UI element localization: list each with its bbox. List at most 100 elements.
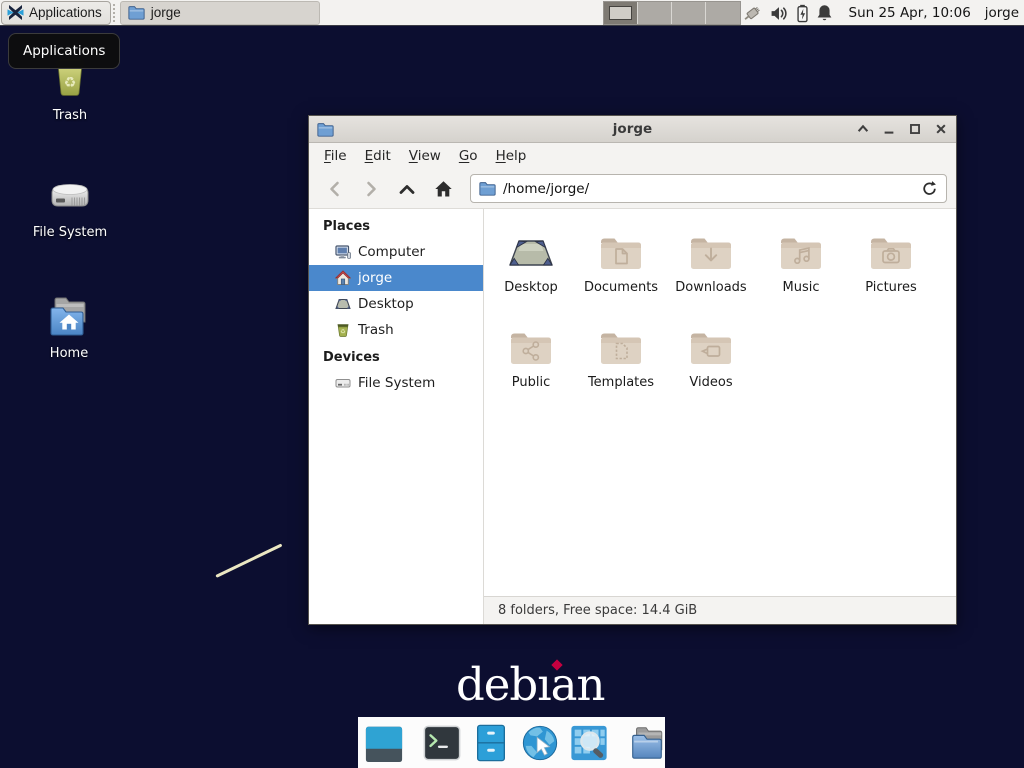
file-item-downloads[interactable]: Downloads bbox=[666, 222, 756, 317]
home-red-icon bbox=[335, 270, 351, 286]
back-button[interactable] bbox=[318, 174, 352, 204]
workspace-1[interactable] bbox=[604, 2, 638, 24]
terminal-icon bbox=[422, 723, 462, 763]
maximize-button[interactable] bbox=[908, 122, 922, 136]
sidebar-item-file-system[interactable]: File System bbox=[309, 370, 483, 396]
sidebar-item-trash[interactable]: ♻Trash bbox=[309, 317, 483, 343]
menubar: FileEditViewGoHelp bbox=[309, 143, 956, 169]
panel-right: Sun 25 Apr, 10:06 jorge bbox=[741, 0, 1020, 26]
file-item-label: Public bbox=[486, 375, 576, 390]
menu-go[interactable]: Go bbox=[450, 144, 487, 168]
debian-diamond bbox=[551, 659, 562, 670]
minimize-button[interactable] bbox=[882, 122, 896, 136]
home-icon bbox=[433, 179, 454, 199]
dock-browser-launcher[interactable] bbox=[520, 723, 560, 763]
menu-help[interactable]: Help bbox=[487, 144, 536, 168]
window-folder-icon bbox=[317, 122, 334, 137]
debian-logo: debıan bbox=[456, 658, 604, 711]
file-item-desktop[interactable]: Desktop bbox=[486, 222, 576, 317]
file-view[interactable]: DesktopDocumentsDownloadsMusicPictures Pu… bbox=[484, 209, 956, 596]
file-item-label: Music bbox=[756, 280, 846, 295]
folder-document-icon bbox=[576, 222, 666, 274]
file-item-label: Videos bbox=[666, 375, 756, 390]
file-item-videos[interactable]: Videos bbox=[666, 317, 756, 412]
taskbar-button-label: jorge bbox=[151, 5, 181, 20]
file-item-documents[interactable]: Documents bbox=[576, 222, 666, 317]
forward-icon bbox=[361, 179, 381, 199]
workspace-3[interactable] bbox=[672, 2, 706, 24]
sidebar-item-jorge[interactable]: jorge bbox=[309, 265, 483, 291]
file-manager-window: jorge FileEditViewGoHelp /home/jorge/ Pl… bbox=[308, 115, 957, 625]
show-desktop-icon bbox=[364, 723, 404, 763]
volume-tray-icon[interactable] bbox=[770, 5, 789, 22]
up-button[interactable] bbox=[390, 174, 424, 204]
top-panel: Applications jorge Sun 25 Apr, 10:06 jor… bbox=[0, 0, 1024, 26]
dock-terminal-launcher[interactable] bbox=[422, 723, 462, 763]
notifications-tray-icon[interactable] bbox=[816, 4, 833, 22]
close-button[interactable] bbox=[934, 122, 948, 136]
applications-button[interactable]: Applications bbox=[1, 1, 111, 25]
sidebar-item-label: Desktop bbox=[358, 296, 414, 312]
home-icon bbox=[26, 291, 112, 339]
desktop-icon-filesystem[interactable]: File System bbox=[27, 170, 113, 240]
forward-button[interactable] bbox=[354, 174, 388, 204]
workspace-2[interactable] bbox=[638, 2, 672, 24]
file-item-label: Desktop bbox=[486, 280, 576, 295]
back-icon bbox=[325, 179, 345, 199]
battery-tray-icon[interactable] bbox=[796, 4, 809, 23]
path-bar[interactable]: /home/jorge/ bbox=[470, 174, 947, 203]
reload-icon[interactable] bbox=[921, 180, 938, 197]
dock bbox=[358, 717, 665, 768]
clock[interactable]: Sun 25 Apr, 10:06 bbox=[849, 5, 971, 21]
folder-video-icon bbox=[666, 317, 756, 369]
sidebar-item-label: jorge bbox=[358, 270, 392, 286]
desktop-icon bbox=[486, 222, 576, 274]
path-input[interactable]: /home/jorge/ bbox=[503, 181, 914, 197]
filesystem-icon bbox=[27, 170, 113, 218]
panel-handle[interactable] bbox=[113, 4, 118, 22]
menu-view[interactable]: View bbox=[400, 144, 450, 168]
dock-app-finder-launcher[interactable] bbox=[569, 723, 609, 763]
sidebar-item-computer[interactable]: Computer bbox=[309, 239, 483, 265]
workspace-4[interactable] bbox=[706, 2, 740, 24]
taskbar-button-jorge[interactable]: jorge bbox=[120, 1, 320, 25]
menu-file[interactable]: File bbox=[315, 144, 356, 168]
statusbar-text: 8 folders, Free space: 14.4 GiB bbox=[498, 603, 697, 618]
file-cabinet-icon bbox=[471, 723, 511, 763]
dock-show-desktop-launcher[interactable] bbox=[364, 723, 404, 763]
toolbar: /home/jorge/ bbox=[309, 169, 956, 209]
shade-button[interactable] bbox=[856, 122, 870, 136]
folder-share-icon bbox=[486, 317, 576, 369]
applications-tooltip: Applications bbox=[8, 33, 120, 69]
sidebar-header-devices: Devices bbox=[309, 343, 483, 370]
dock-file-cabinet-launcher[interactable] bbox=[471, 723, 511, 763]
network-tray-icon[interactable] bbox=[741, 4, 763, 23]
folder-icon bbox=[128, 5, 145, 20]
desktop-icon-home[interactable]: Home bbox=[26, 291, 112, 361]
dock-dock-folder-launcher[interactable] bbox=[627, 723, 667, 763]
sidebar-item-label: Computer bbox=[358, 244, 425, 260]
desktop-icon-label: Home bbox=[26, 346, 112, 361]
up-icon bbox=[397, 179, 417, 199]
sidebar-item-desktop[interactable]: Desktop bbox=[309, 291, 483, 317]
file-item-label: Documents bbox=[576, 280, 666, 295]
titlebar[interactable]: jorge bbox=[309, 116, 956, 143]
statusbar: 8 folders, Free space: 14.4 GiB bbox=[484, 596, 956, 624]
dock-folder-icon bbox=[627, 723, 667, 763]
file-item-templates[interactable]: Templates bbox=[576, 317, 666, 412]
sidebar-header-places: Places bbox=[309, 212, 483, 239]
desktop-icon-label: Trash bbox=[27, 108, 113, 123]
file-item-public[interactable]: Public bbox=[486, 317, 576, 412]
home-button[interactable] bbox=[426, 174, 460, 204]
folder-music-icon bbox=[756, 222, 846, 274]
folder-template-icon bbox=[576, 317, 666, 369]
file-item-pictures[interactable]: Pictures bbox=[846, 222, 936, 317]
folder-camera-icon bbox=[846, 222, 936, 274]
file-item-music[interactable]: Music bbox=[756, 222, 846, 317]
sidebar-item-label: File System bbox=[358, 375, 435, 391]
workspace-window-preview bbox=[609, 6, 632, 20]
applications-menu-icon bbox=[7, 4, 24, 21]
sidebar: Places Computer jorge Desktop ♻TrashDevices F… bbox=[309, 209, 484, 624]
menu-edit[interactable]: Edit bbox=[356, 144, 400, 168]
trash-mini-icon: ♻ bbox=[335, 322, 351, 338]
